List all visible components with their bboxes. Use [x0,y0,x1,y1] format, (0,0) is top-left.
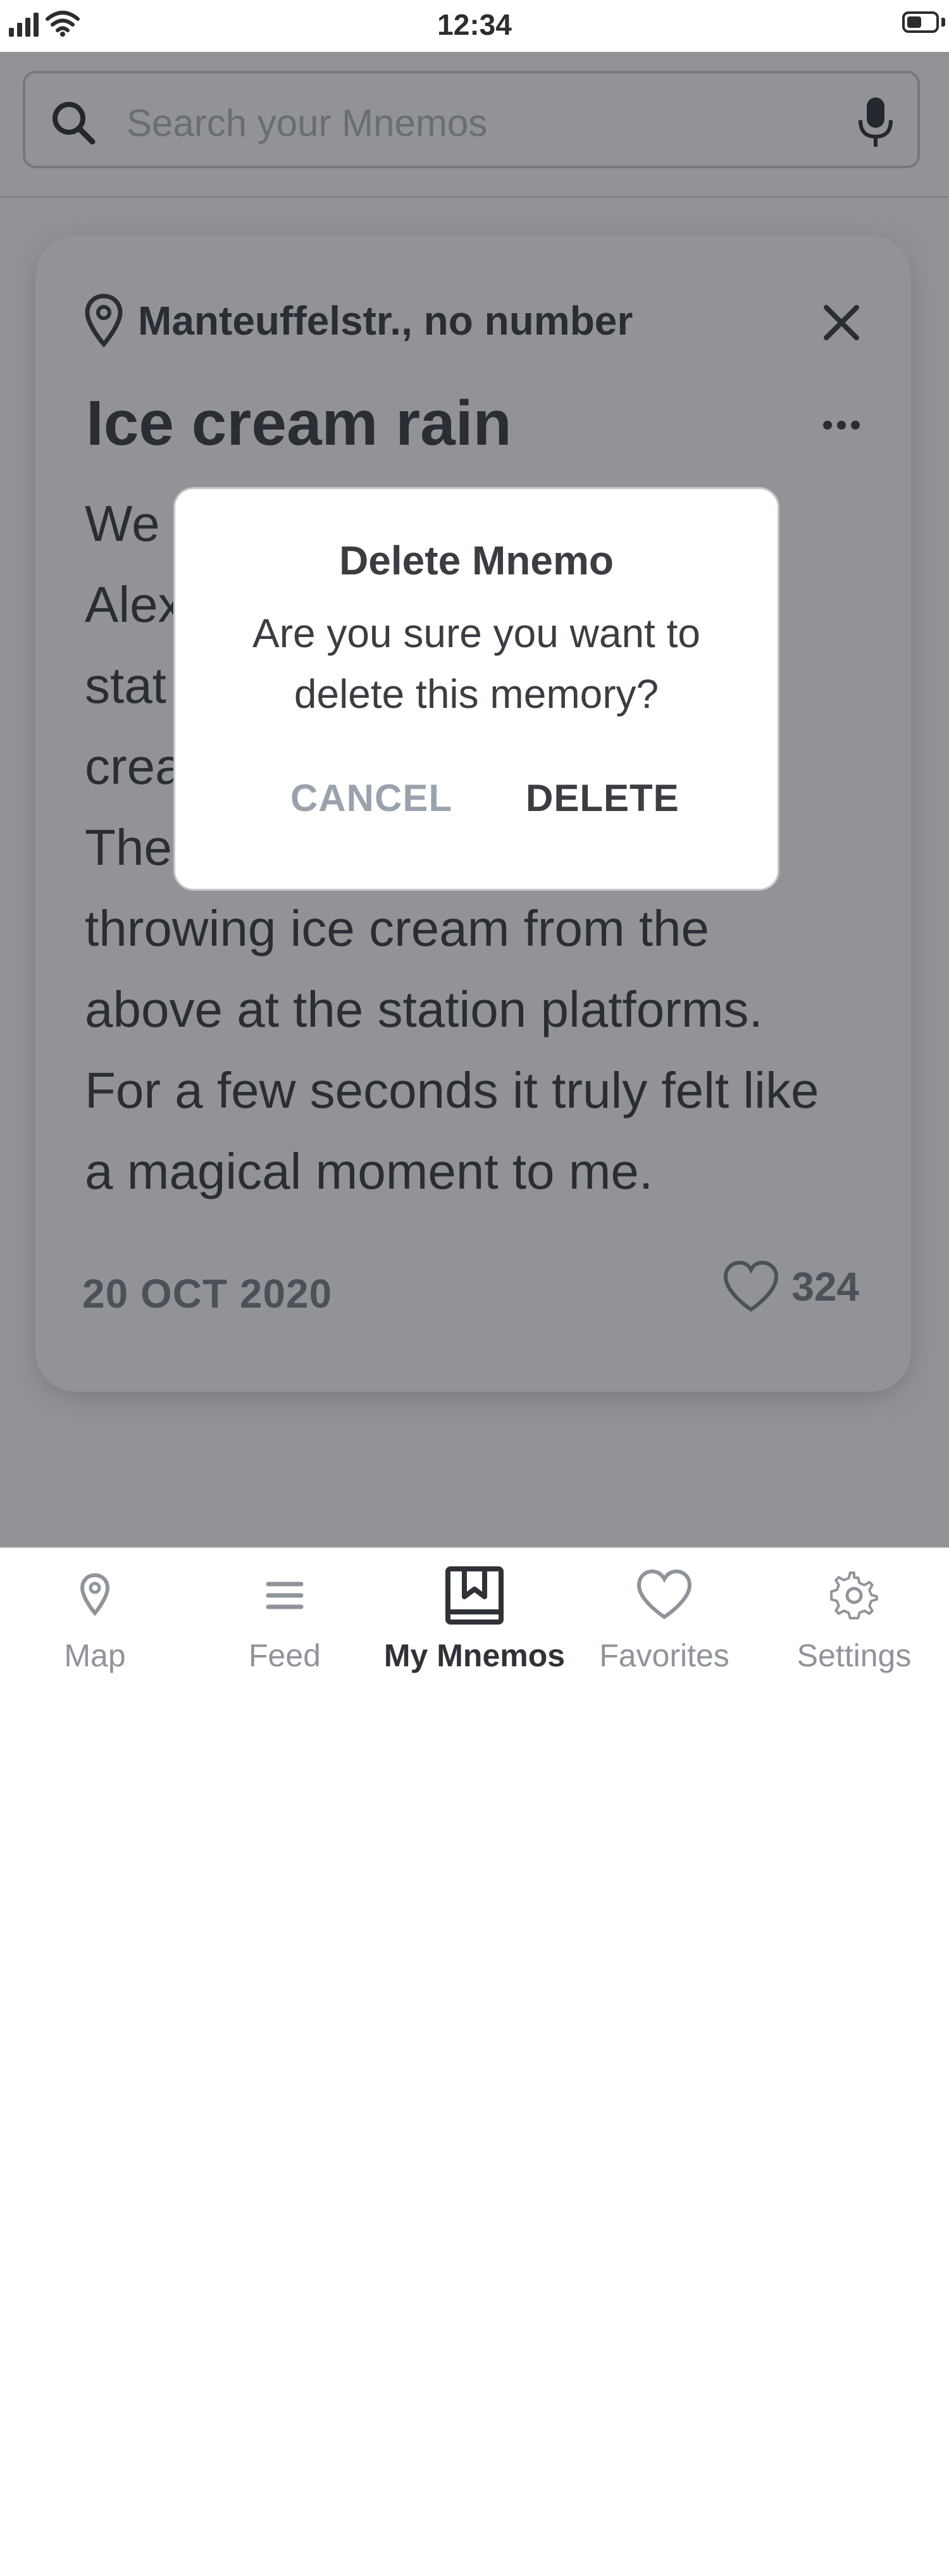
tab-feed[interactable]: Feed [190,1549,380,1688]
battery-tip [941,18,945,27]
tab-label: My Mnemos [383,1638,566,1673]
delete-button[interactable]: DELETE [526,776,679,820]
gear-icon [830,1571,878,1619]
tab-settings[interactable]: Settings [759,1549,949,1688]
tab-label: Favorites [599,1638,729,1673]
tab-label: Feed [249,1638,321,1673]
bookmark-book-icon [445,1566,504,1625]
list-icon [266,1582,304,1609]
dialog-title: Delete Mnemo [339,538,614,583]
cancel-button[interactable]: CANCEL [290,776,452,820]
delete-mnemo-dialog: Delete Mnemo Are you sure you want to de… [173,487,779,891]
tab-my-mnemos[interactable]: My Mnemos [380,1549,569,1688]
tab-map[interactable]: Map [0,1549,190,1688]
tab-favorites[interactable]: Favorites [569,1549,759,1688]
heart-icon [636,1569,692,1619]
status-bar: 12:34 [0,0,949,52]
app-screen: 12:34 Search your Mnemos Manteuffelstr.,… [0,0,949,1688]
dialog-message: Are you sure you want to delete this mem… [252,610,700,717]
battery-icon [902,11,939,33]
bottom-tab-bar: Map Feed My Mnemos Favorites Settings [0,1547,949,1688]
tab-label: Settings [797,1638,912,1673]
status-time: 12:34 [437,8,512,41]
map-pin-icon [80,1573,110,1616]
tab-label: Map [64,1638,126,1673]
